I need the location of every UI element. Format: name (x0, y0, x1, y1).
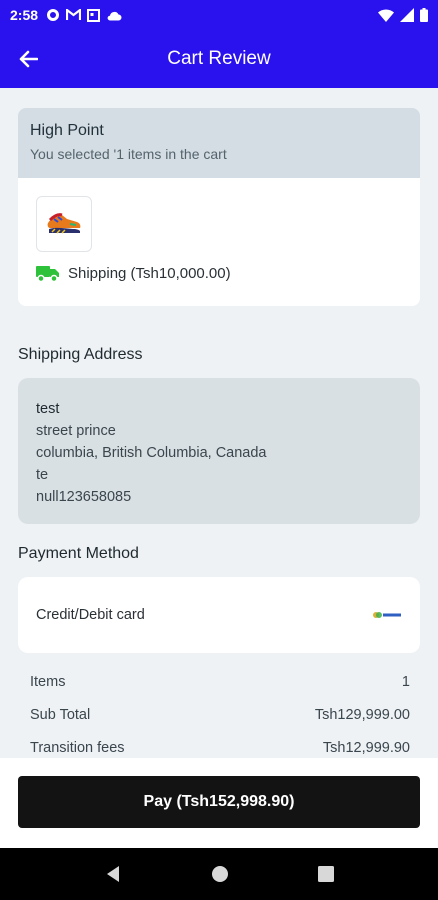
delivery-truck-icon (36, 266, 59, 282)
summary-value: Tsh12,999.90 (322, 740, 410, 756)
address-city: columbia, British Columbia, Canada (36, 445, 267, 461)
summary-value: Tsh129,999.00 (314, 707, 410, 723)
checkout-panel: Pay (Tsh152,998.90) (0, 758, 438, 848)
summary-label: Items (30, 674, 66, 690)
address-street: street prince (36, 423, 116, 439)
summary-row-transition-fees: Transition fees Tsh12,999.90 (30, 740, 410, 756)
payment-method-heading: Payment Method (18, 545, 139, 562)
status-bar: 2:58 (0, 0, 438, 30)
nav-recents-icon[interactable] (317, 866, 334, 882)
status-time: 2:58 (10, 7, 39, 23)
shipping-address-heading: Shipping Address (18, 346, 143, 363)
arrow-back-icon (19, 50, 38, 68)
payment-method-label: Credit/Debit card (36, 607, 145, 623)
settings-gear-icon (47, 9, 60, 21)
system-nav-bar (0, 848, 438, 900)
pay-button[interactable]: Pay (Tsh152,998.90) (18, 776, 420, 828)
cloud-icon (107, 11, 122, 20)
gmail-icon (66, 9, 82, 20)
battery-icon (420, 8, 428, 22)
summary-value: 1 (401, 674, 410, 690)
product-thumbnail[interactable] (36, 196, 92, 252)
nav-home-icon[interactable] (211, 865, 229, 883)
address-phone: null123658085 (36, 489, 132, 505)
store-card: High Point You selected '1 items in the … (18, 108, 420, 306)
nav-back-icon[interactable] (104, 865, 122, 883)
app-bar: Cart Review (0, 30, 438, 88)
store-header: High Point You selected '1 items in the … (18, 108, 420, 178)
store-name: High Point (30, 122, 104, 139)
address-extra: te (36, 467, 49, 483)
summary-label: Transition fees (30, 740, 125, 756)
store-items-summary: You selected '1 items in the cart (30, 146, 227, 162)
payment-method-card[interactable]: Credit/Debit card (18, 577, 420, 653)
back-button[interactable] (0, 30, 56, 88)
shipping-row: Shipping (Tsh10,000.00) (36, 264, 231, 282)
sneaker-image (47, 213, 81, 234)
payment-provider-logo (373, 612, 401, 618)
shipping-cost: Shipping (Tsh10,000.00) (68, 264, 231, 282)
news-icon (87, 8, 101, 22)
address-name: test (36, 401, 60, 417)
page-title: Cart Review (167, 48, 271, 69)
summary-row-items: Items 1 (30, 674, 410, 690)
cart-review-content[interactable]: High Point You selected '1 items in the … (0, 88, 438, 758)
signal-icon (400, 8, 414, 22)
summary-label: Sub Total (30, 707, 91, 723)
shipping-address-card[interactable]: test street prince columbia, British Col… (18, 378, 420, 524)
summary-row-subtotal: Sub Total Tsh129,999.00 (30, 707, 410, 723)
wifi-icon (378, 8, 394, 22)
